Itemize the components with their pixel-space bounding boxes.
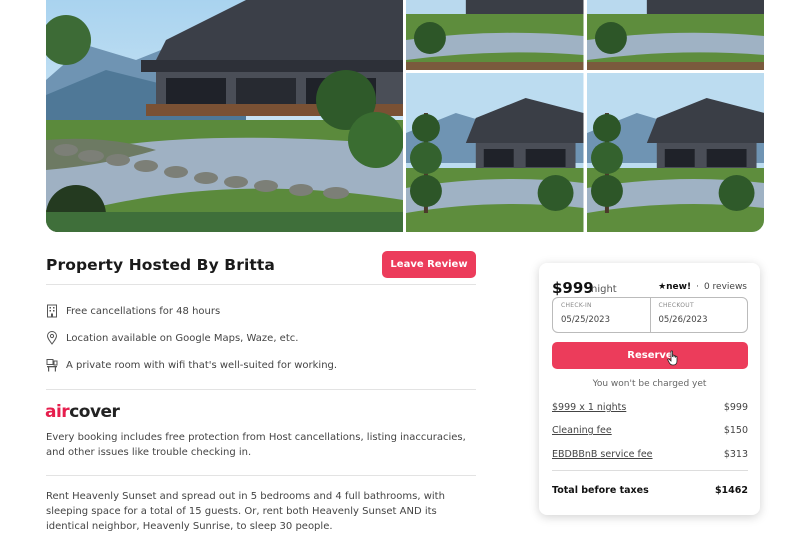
booking-card: $999 night ★new! · 0 reviews CHECK-IN 05… xyxy=(539,263,760,515)
aircover-logo-cover: cover xyxy=(69,402,120,422)
feature-workspace: A private room with wifi that's well-sui… xyxy=(46,358,337,372)
building-icon xyxy=(46,304,58,318)
fee-label[interactable]: $999 x 1 nights xyxy=(552,402,626,413)
listing-title: Property Hosted By Britta xyxy=(46,256,275,274)
leave-review-button[interactable]: Leave Review xyxy=(382,251,476,278)
aircover-logo: aircover xyxy=(45,402,120,422)
fee-row-service: EBDBBnB service fee $313 xyxy=(552,449,748,460)
rating-separator: · xyxy=(696,282,699,292)
rating-summary: ★new! · 0 reviews xyxy=(658,282,747,292)
no-charge-note: You won't be charged yet xyxy=(592,379,707,389)
thumbnail-photo[interactable] xyxy=(406,73,584,232)
total-label: Total before taxes xyxy=(552,485,649,496)
total-row: Total before taxes $1462 xyxy=(552,485,748,496)
divider xyxy=(46,475,476,476)
main-photo-image xyxy=(46,0,403,232)
thumbnail-image xyxy=(406,73,584,232)
thumbnail-photo[interactable] xyxy=(586,0,764,70)
checkin-value: 05/25/2023 xyxy=(561,315,610,325)
divider xyxy=(46,284,476,285)
divider xyxy=(46,389,476,390)
total-amount: $1462 xyxy=(714,485,748,496)
thumbnail-image xyxy=(586,0,764,70)
listing-description: Rent Heavenly Sunset and spread out in 5… xyxy=(46,491,445,532)
thumbnail-grid xyxy=(406,0,764,232)
date-picker: CHECK-IN 05/25/2023 CHECKOUT 05/26/2023 xyxy=(552,297,748,333)
photo-gallery xyxy=(46,0,764,232)
main-photo[interactable] xyxy=(46,0,403,232)
hand-cursor-icon xyxy=(667,350,679,366)
fee-label[interactable]: EBDBBnB service fee xyxy=(552,449,653,460)
divider xyxy=(552,470,748,471)
aircover-description: Every booking includes free protection f… xyxy=(46,432,466,458)
workspace-icon xyxy=(46,358,58,372)
checkin-label: CHECK-IN xyxy=(561,302,592,309)
feature-location: Location available on Google Maps, Waze,… xyxy=(46,331,298,345)
thumbnail-image xyxy=(586,73,764,232)
feature-cancellation: Free cancellations for 48 hours xyxy=(46,304,220,318)
new-badge: ★new! xyxy=(658,282,692,292)
fee-row-cleaning: Cleaning fee $150 xyxy=(552,425,748,436)
fee-amount: $313 xyxy=(723,449,748,460)
location-pin-icon xyxy=(46,331,58,345)
fee-row-nights: $999 x 1 nights $999 xyxy=(552,402,748,413)
feature-text: Free cancellations for 48 hours xyxy=(66,305,221,317)
checkout-value: 05/26/2023 xyxy=(658,315,708,325)
thumbnail-photo[interactable] xyxy=(586,73,764,232)
thumbnail-photo[interactable] xyxy=(406,0,584,70)
fee-amount: $999 xyxy=(723,402,748,413)
checkout-label: CHECKOUT xyxy=(658,302,694,309)
fee-label[interactable]: Cleaning fee xyxy=(552,425,612,436)
fee-amount: $150 xyxy=(723,425,748,436)
checkout-field[interactable]: CHECKOUT 05/26/2023 xyxy=(649,298,748,332)
price-unit: night xyxy=(591,284,617,295)
thumbnail-image xyxy=(406,0,584,70)
aircover-logo-air: air xyxy=(45,402,70,422)
reserve-button[interactable]: Reserve xyxy=(552,342,748,369)
reviews-link[interactable]: 0 reviews xyxy=(704,282,747,292)
feature-text: A private room with wifi that's well-sui… xyxy=(66,359,338,371)
nightly-price: $999 xyxy=(552,279,594,297)
checkin-field[interactable]: CHECK-IN 05/25/2023 xyxy=(553,298,650,332)
feature-text: Location available on Google Maps, Waze,… xyxy=(66,332,299,344)
